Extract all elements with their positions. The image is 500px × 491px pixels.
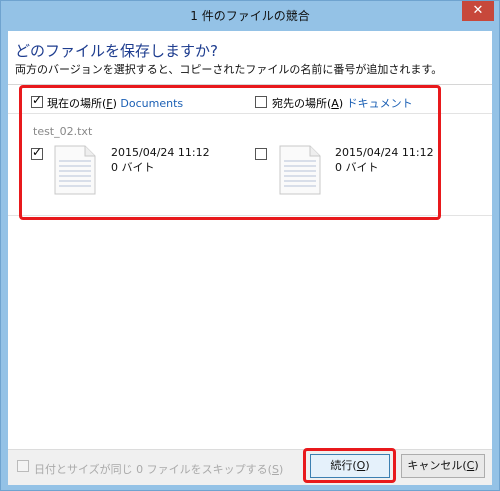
comparison-highlight <box>19 85 441 220</box>
continue-highlight <box>303 448 396 483</box>
window-title: 1 件のファイルの競合 <box>190 9 310 23</box>
file-conflict-dialog: 1 件のファイルの競合 ✕ どのファイルを保存しますか? 両方のバージョンを選択… <box>0 0 500 491</box>
title-bar: 1 件のファイルの競合 ✕ <box>1 1 499 31</box>
skip-label: 日付とサイズが同じ 0 ファイルをスキップする(S) <box>34 463 284 476</box>
dialog-heading: どのファイルを保存しますか? <box>15 42 218 60</box>
skip-checkbox[interactable] <box>17 460 29 472</box>
close-button[interactable]: ✕ <box>462 1 494 21</box>
cancel-button[interactable]: キャンセル(C) <box>401 454 485 478</box>
close-icon: ✕ <box>472 3 484 18</box>
dialog-subheading: 両方のバージョンを選択すると、コピーされたファイルの名前に番号が追加されます。 <box>15 63 443 76</box>
